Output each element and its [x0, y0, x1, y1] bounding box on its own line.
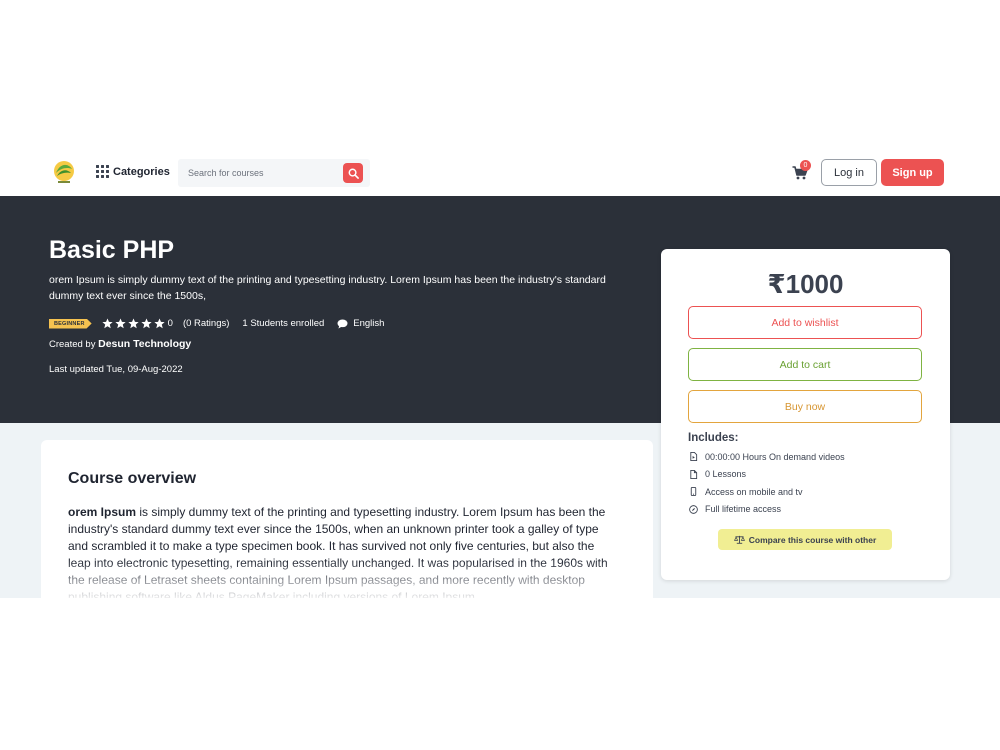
- include-label: Full lifetime access: [705, 504, 782, 515]
- compare-course-button[interactable]: Compare this course with other: [718, 529, 892, 550]
- categories-label: Categories: [113, 165, 170, 178]
- overview-lead: orem Ipsum: [68, 505, 137, 519]
- signup-button[interactable]: Sign up: [881, 159, 944, 186]
- star-icon: [154, 318, 165, 329]
- course-language: English: [353, 318, 385, 329]
- star-icon: [141, 318, 152, 329]
- include-item: Access on mobile and tv: [689, 483, 845, 501]
- search-icon: [348, 168, 359, 179]
- include-item: 00:00:00 Hours On demand videos: [689, 448, 845, 466]
- course-description: orem Ipsum is simply dummy text of the p…: [49, 274, 606, 302]
- course-price: ₹1000: [767, 269, 844, 299]
- login-button[interactable]: Log in: [821, 159, 877, 186]
- include-label: 00:00:00 Hours On demand videos: [705, 451, 845, 462]
- include-item: Full lifetime access: [689, 501, 845, 519]
- rating-stars: [102, 318, 165, 329]
- includes-list: 00:00:00 Hours On demand videos 0 Lesson…: [689, 448, 845, 518]
- file-video-icon: [690, 452, 698, 462]
- course-meta: BEGINNER 0 (0 Ratings) 1 Students enroll…: [49, 317, 384, 330]
- comment-icon: [337, 319, 348, 329]
- search-input[interactable]: [178, 159, 342, 187]
- star-icon: [128, 318, 139, 329]
- cart-count-badge: 0: [800, 160, 811, 171]
- purchase-card: ₹1000 Add to wishlist Add to cart Buy no…: [661, 249, 950, 580]
- compare-label: Compare this course with other: [748, 534, 877, 545]
- grid-icon: [96, 165, 109, 178]
- course-title: Basic PHP: [49, 236, 175, 264]
- add-to-wishlist-button[interactable]: Add to wishlist: [688, 306, 922, 339]
- include-label: Access on mobile and tv: [705, 486, 803, 497]
- brand-logo-icon[interactable]: [52, 159, 76, 185]
- overview-fade: [41, 560, 653, 598]
- include-item: 0 Lessons: [689, 466, 845, 484]
- site-header: Categories 0 Log in Sign up: [0, 150, 1000, 196]
- course-overview-card: Course overview orem Ipsum is simply dum…: [41, 440, 653, 598]
- created-by-label: Created by: [49, 339, 96, 350]
- categories-menu[interactable]: Categories: [96, 165, 170, 178]
- star-icon: [102, 318, 113, 329]
- include-label: 0 Lessons: [705, 469, 747, 480]
- last-updated: Last updated Tue, 09-Aug-2022: [49, 364, 183, 375]
- includes-title: Includes:: [688, 432, 739, 444]
- buy-now-button[interactable]: Buy now: [688, 390, 922, 423]
- add-to-cart-button[interactable]: Add to cart: [688, 348, 922, 381]
- compass-icon: [689, 504, 698, 514]
- rating-value: 0: [167, 318, 173, 329]
- created-by: Created by Desun Technology: [49, 338, 191, 350]
- students-enrolled: 1 Students enrolled: [242, 318, 325, 329]
- author-link[interactable]: Desun Technology: [98, 338, 191, 350]
- overview-title: Course overview: [68, 470, 197, 487]
- rating-count: (0 Ratings): [182, 318, 230, 329]
- level-badge: BEGINNER: [49, 318, 92, 329]
- mobile-icon: [690, 487, 697, 497]
- balance-scale-icon: [733, 535, 745, 544]
- star-icon: [115, 318, 126, 329]
- search-button[interactable]: [343, 163, 363, 183]
- file-icon: [690, 469, 698, 479]
- search-bar: [178, 159, 370, 187]
